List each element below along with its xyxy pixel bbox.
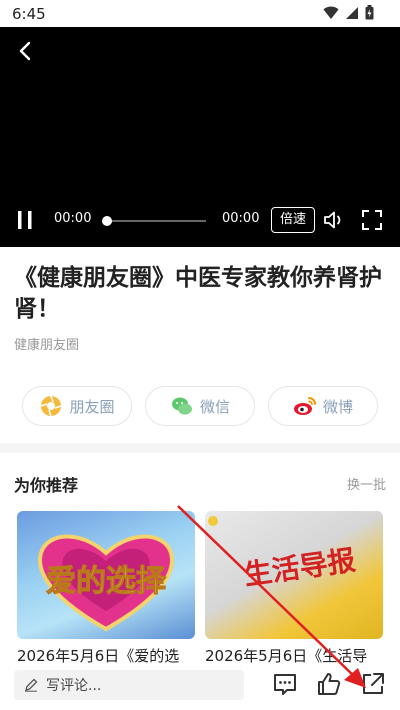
love-choice-logo: 爱的选择 (38, 534, 174, 632)
pause-icon[interactable] (14, 209, 36, 231)
share-moments-button[interactable]: 朋友圈 (22, 386, 132, 426)
progress-bar[interactable] (106, 220, 206, 222)
current-time: 00:00 (54, 211, 92, 226)
share-moments-label: 朋友圈 (69, 397, 115, 416)
signal-icon (346, 6, 358, 19)
back-arrow-icon[interactable] (14, 39, 38, 63)
article-source: 健康朋友圈 (14, 338, 80, 353)
article-title: 《健康朋友圈》中医专家教你养肾护肾！ (14, 264, 382, 322)
progress-handle[interactable] (102, 216, 112, 226)
video-thumbnail[interactable]: 爱的选择 (17, 511, 195, 639)
card-caption: 2026年5月6日《生活导 (205, 647, 368, 665)
share-row: 朋友圈 微信 微博 (22, 386, 378, 426)
wifi-icon (323, 6, 339, 19)
player-controls: 00:00 00:00 倍速 (0, 205, 400, 235)
thumb-text: 生活导报 (242, 543, 358, 591)
comment-icon[interactable] (272, 671, 298, 697)
share-wechat-label: 微信 (199, 397, 230, 416)
recommend-header: 为你推荐 换一批 (14, 472, 386, 495)
comment-placeholder: 写评论... (46, 678, 102, 694)
weibo-icon (293, 397, 316, 415)
recommend-cards: 爱的选择 2026年5月6日《爱的选 生活导报 2026年5月6日《生活导 (17, 511, 383, 666)
video-thumbnail[interactable]: 生活导报 (205, 511, 383, 639)
share-icon[interactable] (360, 671, 386, 697)
volume-icon[interactable] (322, 208, 346, 232)
fullscreen-icon[interactable] (360, 208, 384, 232)
pencil-icon (25, 678, 38, 692)
recommend-title: 为你推荐 (14, 476, 79, 495)
battery-icon (365, 5, 374, 20)
status-icons (323, 5, 374, 20)
bottom-bar: 写评论... (0, 666, 400, 710)
status-time: 6:45 (12, 5, 46, 23)
refresh-button[interactable]: 换一批 (347, 474, 386, 493)
section-divider (0, 443, 400, 453)
share-wechat-button[interactable]: 微信 (145, 386, 255, 426)
total-time: 00:00 (222, 211, 260, 226)
recommend-card[interactable]: 生活导报 2026年5月6日《生活导 (205, 511, 383, 666)
card-caption: 2026年5月6日《爱的选 (17, 647, 180, 665)
video-player[interactable]: 00:00 00:00 倍速 (0, 27, 400, 247)
like-icon[interactable] (316, 671, 342, 697)
recommend-card[interactable]: 爱的选择 2026年5月6日《爱的选 (17, 511, 195, 666)
moments-icon (41, 395, 62, 417)
share-weibo-label: 微博 (322, 397, 353, 416)
thumb-text: 爱的选择 (46, 564, 167, 599)
comment-input[interactable]: 写评论... (14, 670, 244, 700)
wechat-icon (171, 397, 192, 415)
status-bar: 6:45 (0, 0, 400, 27)
speed-button[interactable]: 倍速 (271, 207, 315, 233)
share-weibo-button[interactable]: 微博 (268, 386, 378, 426)
life-guide-logo: 生活导报 (208, 516, 358, 592)
